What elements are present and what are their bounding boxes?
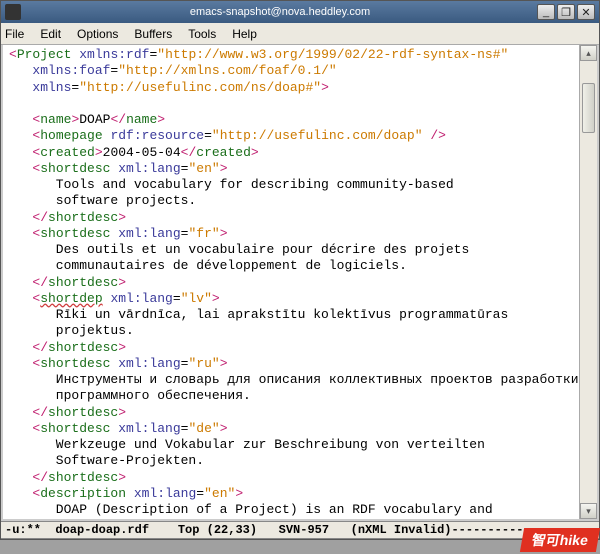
text-buffer[interactable]: <Project xmlns:rdf="http://www.w3.org/19… bbox=[3, 45, 579, 519]
menu-tools[interactable]: Tools bbox=[188, 27, 216, 41]
window-title: emacs-snapshot@nova.heddley.com bbox=[25, 6, 535, 18]
menu-options[interactable]: Options bbox=[77, 27, 118, 41]
scroll-thumb[interactable] bbox=[582, 83, 595, 133]
emacs-window: emacs-snapshot@nova.heddley.com _ ❐ ✕ Fi… bbox=[0, 0, 600, 540]
watermark: 智可hike bbox=[520, 528, 600, 552]
menubar: File Edit Options Buffers Tools Help bbox=[1, 23, 599, 45]
vertical-scrollbar[interactable]: ▴ ▾ bbox=[579, 45, 597, 519]
scroll-up-arrow-icon[interactable]: ▴ bbox=[580, 45, 597, 61]
editor-area: <Project xmlns:rdf="http://www.w3.org/19… bbox=[1, 45, 599, 521]
invalid-tag: shortdep bbox=[40, 291, 102, 306]
scroll-down-arrow-icon[interactable]: ▾ bbox=[580, 503, 597, 519]
maximize-button[interactable]: ❐ bbox=[557, 4, 575, 20]
mode-line-text: -u:** doap-doap.rdf Top (22,33) SVN-957 … bbox=[5, 523, 567, 537]
titlebar[interactable]: emacs-snapshot@nova.heddley.com _ ❐ ✕ bbox=[1, 1, 599, 23]
menu-file[interactable]: File bbox=[5, 27, 24, 41]
minimize-button[interactable]: _ bbox=[537, 4, 555, 20]
menu-help[interactable]: Help bbox=[232, 27, 257, 41]
mode-line: -u:** doap-doap.rdf Top (22,33) SVN-957 … bbox=[1, 521, 599, 539]
menu-buffers[interactable]: Buffers bbox=[134, 27, 172, 41]
close-button[interactable]: ✕ bbox=[577, 4, 595, 20]
menu-edit[interactable]: Edit bbox=[40, 27, 61, 41]
app-icon bbox=[5, 4, 21, 20]
scroll-track[interactable] bbox=[580, 61, 597, 503]
